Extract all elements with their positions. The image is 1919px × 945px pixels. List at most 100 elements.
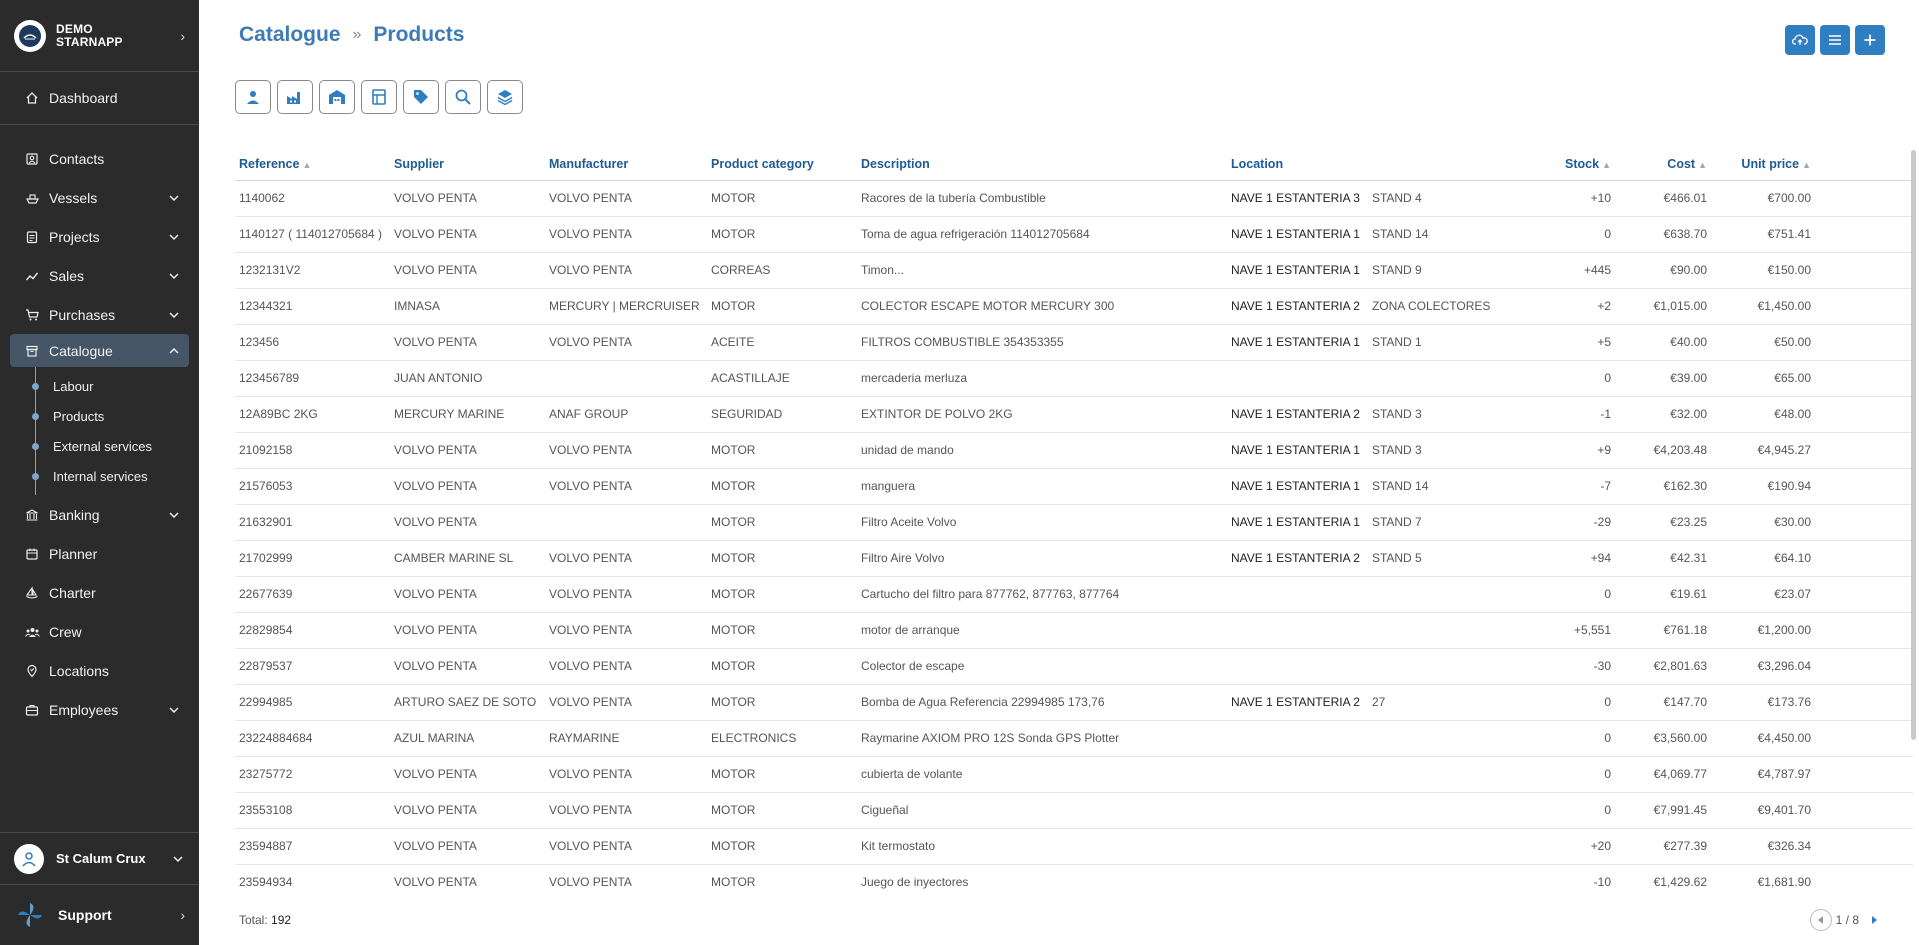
cell-unit-price: €1,681.90 xyxy=(1711,864,1815,895)
table-row[interactable]: 1140062 VOLVO PENTA VOLVO PENTA MOTOR Racore… xyxy=(235,180,1913,217)
sidebar-item-catalogue[interactable]: Catalogue xyxy=(10,334,189,367)
sidebar-item-planner[interactable]: Planner xyxy=(0,534,199,573)
cell-location: NAVE 1 ESTANTERIA 2 STAND 5 xyxy=(1227,540,1527,577)
cell-stock: 0 xyxy=(1527,216,1615,253)
table-row[interactable]: 22677639 VOLVO PENTA VOLVO PENTA MOTOR Cartu… xyxy=(235,576,1913,613)
table-row[interactable]: 12344321 IMNASA MERCURY | MERCRUISER MOTOR C… xyxy=(235,288,1913,325)
filter-shelf-button[interactable] xyxy=(361,80,397,114)
cell-location xyxy=(1227,576,1527,613)
column-header-cost[interactable]: Cost ▲ xyxy=(1615,148,1711,181)
table-row[interactable]: 123456 VOLVO PENTA VOLVO PENTA ACEITE FILTRO… xyxy=(235,324,1913,361)
cell-cost: €147.70 xyxy=(1615,684,1711,721)
column-header-location[interactable]: Location xyxy=(1227,148,1527,181)
chevron-down-icon xyxy=(169,233,179,240)
user-icon xyxy=(22,851,36,867)
sidebar-item-contacts[interactable]: Contacts xyxy=(0,139,199,178)
cell-unit-price: €4,945.27 xyxy=(1711,432,1815,469)
cell-stock: 0 xyxy=(1527,576,1615,613)
table-row[interactable]: 23594934 VOLVO PENTA VOLVO PENTA MOTOR Juego… xyxy=(235,864,1913,895)
table-row[interactable]: 123456789 JUAN ANTONIO ACASTILLAJE mercader… xyxy=(235,360,1913,397)
cell-manufacturer: VOLVO PENTA xyxy=(545,432,707,469)
sidebar-subitem-products[interactable]: Products xyxy=(0,401,199,431)
table-row[interactable]: 22829854 VOLVO PENTA VOLVO PENTA MOTOR motor… xyxy=(235,612,1913,649)
table-row[interactable]: 21576053 VOLVO PENTA VOLVO PENTA MOTOR mangu… xyxy=(235,468,1913,505)
cell-cost: €40.00 xyxy=(1615,324,1711,361)
cell-location xyxy=(1227,828,1527,865)
chevron-down-icon xyxy=(169,194,179,201)
cloud-upload-button[interactable] xyxy=(1785,25,1815,55)
search-button[interactable] xyxy=(445,80,481,114)
filter-category-button[interactable] xyxy=(403,80,439,114)
sidebar-item-charter[interactable]: Charter xyxy=(0,573,199,612)
column-header-category[interactable]: Product category xyxy=(707,148,857,181)
table-row[interactable]: 1140127 ( 114012705684 ) VOLVO PENTA VOLVO… xyxy=(235,216,1913,253)
menu-button[interactable] xyxy=(1820,25,1850,55)
table-row[interactable]: 23594887 VOLVO PENTA VOLVO PENTA MOTOR Kit t… xyxy=(235,828,1913,865)
prev-page-button[interactable] xyxy=(1809,909,1832,931)
page-indicator: 1 / 8 xyxy=(1835,913,1859,927)
cell-stock: -1 xyxy=(1527,396,1615,433)
filter-supplier-button[interactable] xyxy=(235,80,271,114)
cell-description: mercaderia merluza xyxy=(857,360,1227,397)
cell-supplier: VOLVO PENTA xyxy=(390,180,545,217)
next-page-button[interactable] xyxy=(1863,909,1885,931)
cell-category: MOTOR xyxy=(707,432,857,469)
filter-warehouse-button[interactable] xyxy=(319,80,355,114)
table-scrollbar[interactable] xyxy=(1911,150,1916,740)
cell-category: MOTOR xyxy=(707,864,857,895)
table-row[interactable]: 22879537 VOLVO PENTA VOLVO PENTA MOTOR Colec… xyxy=(235,648,1913,685)
cell-manufacturer xyxy=(545,504,707,541)
sidebar-subitem-labour[interactable]: Labour xyxy=(0,371,199,401)
table-row[interactable]: 1232131V2 VOLVO PENTA VOLVO PENTA CORREAS Ti… xyxy=(235,252,1913,289)
sidebar-item-dashboard[interactable]: Dashboard xyxy=(0,72,199,124)
table-row[interactable]: 12A89BC 2KG MERCURY MARINE ANAF GROUP SEGUR… xyxy=(235,396,1913,433)
cell-reference: 21576053 xyxy=(235,468,390,505)
sidebar-item-vessels[interactable]: Vessels xyxy=(0,178,199,217)
user-menu[interactable]: St Calum Crux xyxy=(0,832,199,885)
table-row[interactable]: 21092158 VOLVO PENTA VOLVO PENTA MOTOR unida… xyxy=(235,432,1913,469)
column-header-manufacturer[interactable]: Manufacturer xyxy=(545,148,707,181)
box-icon xyxy=(24,344,40,358)
column-header-unit-price[interactable]: Unit price ▲ xyxy=(1711,148,1815,181)
cell-stock: +2 xyxy=(1527,288,1615,325)
sidebar-item-crew[interactable]: Crew xyxy=(0,612,199,651)
table-row[interactable]: 23224884684 AZUL MARINA RAYMARINE ELECTRONI… xyxy=(235,720,1913,757)
cell-stock: 0 xyxy=(1527,756,1615,793)
brand-switcher[interactable]: DEMO STARNAPP › xyxy=(0,0,199,72)
sidebar-item-sales[interactable]: Sales xyxy=(0,256,199,295)
bank-icon xyxy=(24,508,40,522)
support-link[interactable]: Support › xyxy=(0,885,199,945)
sidebar-item-employees[interactable]: Employees xyxy=(0,690,199,729)
sort-icon: ▲ xyxy=(1602,159,1611,170)
add-product-button[interactable] xyxy=(1855,25,1885,55)
sidebar-item-banking[interactable]: Banking xyxy=(0,495,199,534)
column-header-stock[interactable]: Stock ▲ xyxy=(1527,148,1615,181)
cell-reference: 22994985 xyxy=(235,684,390,721)
warehouse-icon xyxy=(329,90,345,104)
column-header-supplier[interactable]: Supplier xyxy=(390,148,545,181)
cell-category: MOTOR xyxy=(707,612,857,649)
location-stand: STAND 5 xyxy=(1371,551,1422,565)
layers-button[interactable] xyxy=(487,80,523,114)
column-header-description[interactable]: Description xyxy=(857,148,1227,181)
table-row[interactable]: 21702999 CAMBER MARINE SL VOLVO PENTA MOTOR… xyxy=(235,540,1913,577)
table-row[interactable]: 22994985 ARTURO SAEZ DE SOTO VOLVO PENTA MO… xyxy=(235,684,1913,721)
cell-supplier: VOLVO PENTA xyxy=(390,612,545,649)
column-header-reference[interactable]: Reference ▲ xyxy=(235,148,390,181)
sidebar-item-purchases[interactable]: Purchases xyxy=(0,295,199,334)
table-row[interactable]: 23275772 VOLVO PENTA VOLVO PENTA MOTOR cubie… xyxy=(235,756,1913,793)
table-row[interactable]: 23553108 VOLVO PENTA VOLVO PENTA MOTOR Cigue… xyxy=(235,792,1913,829)
cell-reference: 123456 xyxy=(235,324,390,361)
filter-manufacturer-button[interactable] xyxy=(277,80,313,114)
cell-supplier: VOLVO PENTA xyxy=(390,756,545,793)
cell-manufacturer: VOLVO PENTA xyxy=(545,252,707,289)
sidebar-item-projects[interactable]: Projects xyxy=(0,217,199,256)
sidebar-item-locations[interactable]: Locations xyxy=(0,651,199,690)
sidebar-subitem-internal-services[interactable]: Internal services xyxy=(0,461,199,491)
table-row[interactable]: 21632901 VOLVO PENTA MOTOR Filtro Aceite Vo… xyxy=(235,504,1913,541)
chevron-down-icon xyxy=(169,511,179,518)
sort-icon: ▲ xyxy=(1698,159,1707,170)
breadcrumb-parent[interactable]: Catalogue xyxy=(239,23,341,47)
sidebar-subitem-external-services[interactable]: External services xyxy=(0,431,199,461)
support-logo-icon xyxy=(14,899,46,931)
